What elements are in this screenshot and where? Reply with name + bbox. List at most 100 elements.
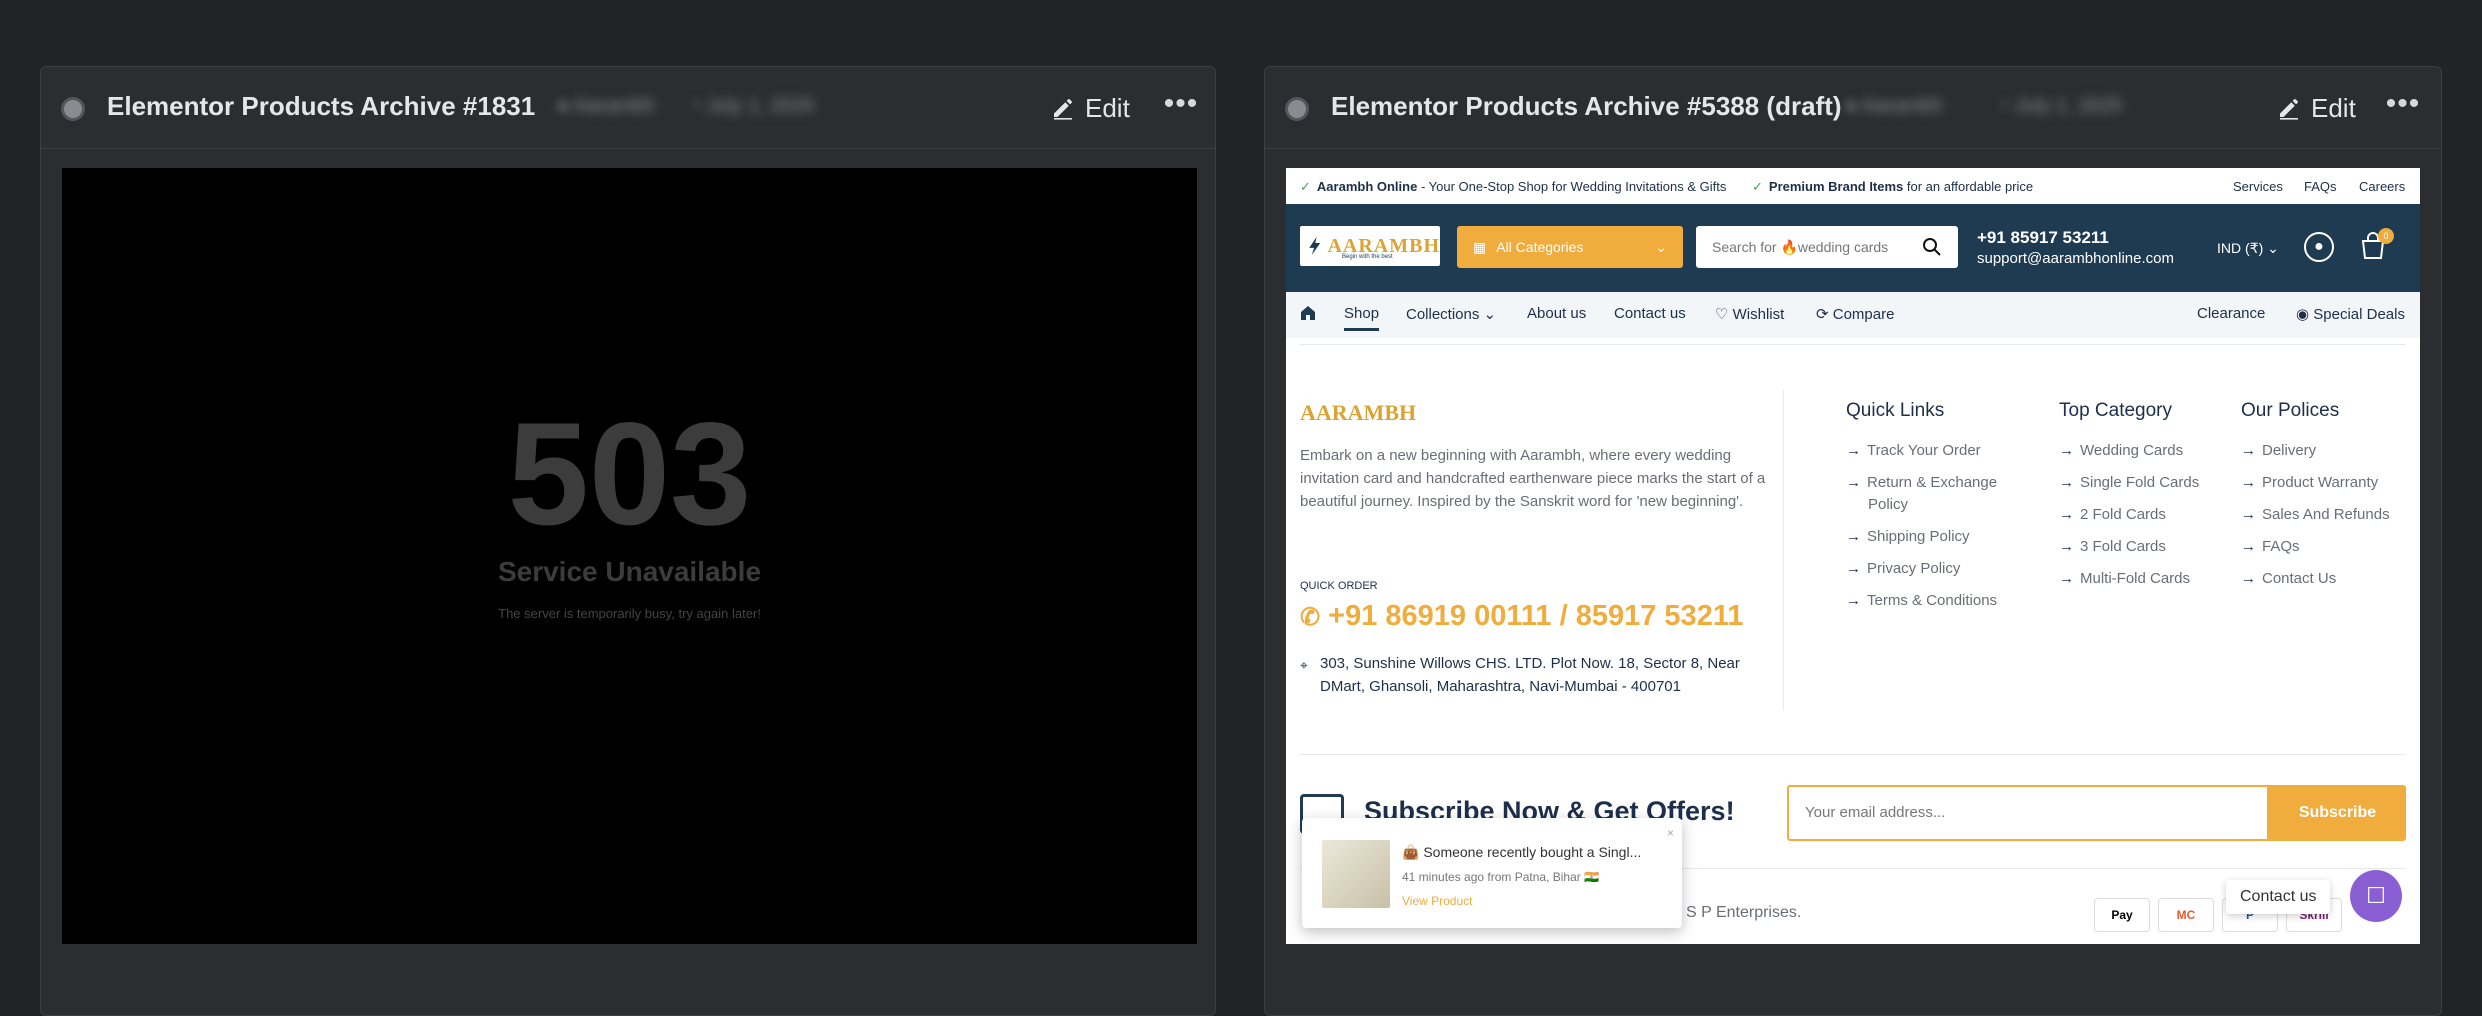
template-preview[interactable]: 503 Service Unavailable The server is te… — [62, 168, 1197, 944]
footer-link[interactable]: → Product Warranty — [2241, 472, 2390, 494]
edit-button[interactable]: Edit — [2277, 89, 2356, 127]
chevron-down-icon: ⌄ — [2267, 240, 2279, 256]
edit-label: Edit — [2311, 92, 2356, 123]
column-title: Our Polices — [2241, 400, 2340, 421]
footer-logo: AARAMBH — [1300, 400, 1417, 425]
recent-purchase-popup[interactable]: 👜 Someone recently bought a Singl... 41 … — [1302, 818, 1682, 928]
footer-link[interactable]: → Track Your Order — [1846, 440, 1997, 462]
lightning-icon — [1309, 236, 1321, 256]
chat-icon[interactable]: ☐ — [2350, 870, 2402, 922]
nav-wishlist[interactable]: ♡ Wishlist — [1715, 305, 1784, 323]
site-topbar: ✓ Aarambh Online - Your One-Stop Shop for… — [1286, 168, 2420, 204]
more-options-button[interactable]: ••• — [2383, 89, 2423, 127]
edit-label: Edit — [1085, 92, 1130, 123]
chevron-down-icon: ⌄ — [1655, 238, 1667, 255]
all-categories-button[interactable]: ▦ All Categories ⌄ — [1457, 226, 1683, 268]
card-header: Elementor Products Archive #1831 ● Aaram… — [41, 67, 1215, 149]
divider — [1300, 344, 2406, 345]
nav-special-deals[interactable]: ◉ Special Deals — [2296, 305, 2405, 323]
edit-button[interactable]: Edit — [1051, 89, 1130, 127]
author-meta-blurred: ● Aarambh — [1845, 95, 1943, 117]
apple-pay-icon: Pay — [2094, 898, 2150, 932]
view-product-link[interactable]: View Product — [1402, 894, 1472, 908]
user-icon: ● — [1845, 95, 1858, 117]
date-meta-blurred: ◔ July 1, 2025 — [689, 95, 815, 117]
site-logo[interactable]: AARAMBH Begin with the best — [1300, 226, 1440, 266]
tag-icon: ◉ — [2296, 306, 2310, 323]
refresh-icon: ⟳ — [1816, 306, 1829, 323]
site-header: AARAMBH Begin with the best ▦ All Catego… — [1286, 204, 2420, 292]
footer-link[interactable]: → Terms & Conditions — [1846, 590, 1997, 612]
nav-contact[interactable]: Contact us — [1614, 305, 1686, 322]
more-options-button[interactable]: ••• — [1161, 89, 1201, 127]
footer-link[interactable]: → Return & Exchange — [1846, 472, 1997, 494]
popup-meta: 41 minutes ago from Patna, Bihar 🇮🇳 — [1402, 870, 1600, 884]
error-message: The server is temporarily busy, try agai… — [498, 606, 761, 621]
footer-about: Embark on a new beginning with Aarambh, … — [1300, 447, 1766, 510]
clock-icon: ◔ — [1997, 95, 2010, 117]
footer-link[interactable]: → Sales And Refunds — [2241, 504, 2390, 526]
footer-link[interactable]: → Delivery — [2241, 440, 2390, 462]
search-input[interactable]: Search for 🔥wedding cards — [1696, 226, 1958, 268]
check-icon: ✓ — [1300, 179, 1311, 194]
copyright-text: S P Enterprises. — [1686, 904, 1802, 921]
categories-label: All Categories — [1496, 239, 1584, 255]
grid-icon: ▦ — [1473, 238, 1487, 255]
select-radio[interactable] — [61, 97, 85, 121]
footer-top-category: Top Category → Wedding Cards → Single Fold… — [2059, 400, 2199, 600]
quick-order-phone[interactable]: ✆ +91 86919 00111 / 85917 53211 — [1300, 600, 1743, 633]
currency-selector[interactable]: IND (₹) ⌄ — [2217, 240, 2279, 257]
card-title[interactable]: Elementor Products Archive #5388 (draft) — [1331, 91, 1842, 122]
subscribe-email-input[interactable]: Your email address... — [1787, 785, 2269, 841]
column-title: Quick Links — [1846, 400, 1945, 421]
footer-our-policies: Our Polices → Delivery → Product Warranty … — [2241, 400, 2390, 600]
clock-icon: ◔ — [689, 95, 702, 117]
nav-compare[interactable]: ⟳ Compare — [1816, 305, 1894, 323]
author-meta-blurred: ● Aarambh — [557, 95, 655, 117]
column-title: Top Category — [2059, 400, 2173, 421]
pencil-icon — [2280, 99, 2298, 120]
template-card-5388: Elementor Products Archive #5388 (draft)… — [1264, 66, 2442, 1016]
popup-message: 👜 Someone recently bought a Singl... — [1402, 844, 1642, 860]
subscribe-button[interactable]: Subscribe — [2269, 785, 2406, 841]
template-preview[interactable]: ✓ Aarambh Online - Your One-Stop Shop for… — [1286, 168, 2420, 944]
card-title[interactable]: Elementor Products Archive #1831 — [107, 91, 535, 122]
header-email[interactable]: support@aarambhonline.com — [1977, 250, 2174, 267]
topbar-link-faqs[interactable]: FAQs — [2304, 179, 2337, 194]
footer-link[interactable]: → Shipping Policy — [1846, 526, 1997, 548]
nav-shop[interactable]: Shop — [1344, 305, 1380, 331]
topbar-link-careers[interactable]: Careers — [2359, 179, 2405, 194]
account-icon[interactable]: ● — [2304, 232, 2334, 262]
error-code: 503 — [507, 392, 752, 555]
nav-collections[interactable]: Collections ⌄ — [1406, 305, 1496, 323]
select-radio[interactable] — [1285, 97, 1309, 121]
contact-us-chip[interactable]: Contact us — [2226, 880, 2331, 914]
location-pin-icon: ⌖ — [1300, 657, 1308, 673]
footer-link[interactable]: Policy — [1846, 494, 1997, 516]
footer-link[interactable]: → Wedding Cards — [2059, 440, 2199, 462]
check-icon: ✓ — [1752, 179, 1763, 194]
header-phone[interactable]: +91 85917 53211 — [1977, 228, 2109, 248]
close-icon[interactable]: × — [1667, 826, 1674, 840]
footer-link[interactable]: → Multi-Fold Cards — [2059, 568, 2199, 590]
topbar-promo-1: ✓ Aarambh Online - Your One-Stop Shop for… — [1300, 179, 1727, 194]
footer-link[interactable]: → 3 Fold Cards — [2059, 536, 2199, 558]
footer-link[interactable]: → Single Fold Cards — [2059, 472, 2199, 494]
product-thumbnail[interactable] — [1322, 840, 1390, 908]
footer-link[interactable]: → 2 Fold Cards — [2059, 504, 2199, 526]
home-icon[interactable] — [1300, 305, 1316, 325]
nav-about[interactable]: About us — [1527, 305, 1586, 322]
divider — [1783, 390, 1784, 710]
topbar-link-services[interactable]: Services — [2233, 179, 2283, 194]
footer-link[interactable]: → Privacy Policy — [1846, 558, 1997, 580]
card-header: Elementor Products Archive #5388 (draft)… — [1265, 67, 2441, 149]
chevron-down-icon: ⌄ — [1483, 306, 1497, 323]
footer-link[interactable]: → Contact Us — [2241, 568, 2390, 590]
mastercard-icon: MC — [2158, 898, 2214, 932]
footer-address: ⌖ 303, Sunshine Willows CHS. LTD. Plot N… — [1300, 655, 1740, 695]
footer-link[interactable]: → FAQs — [2241, 536, 2390, 558]
phone-icon: ✆ — [1300, 604, 1321, 631]
nav-clearance[interactable]: Clearance — [2197, 305, 2265, 322]
search-icon[interactable] — [1922, 237, 1942, 257]
quick-order-label: QUICK ORDER — [1300, 580, 1378, 592]
